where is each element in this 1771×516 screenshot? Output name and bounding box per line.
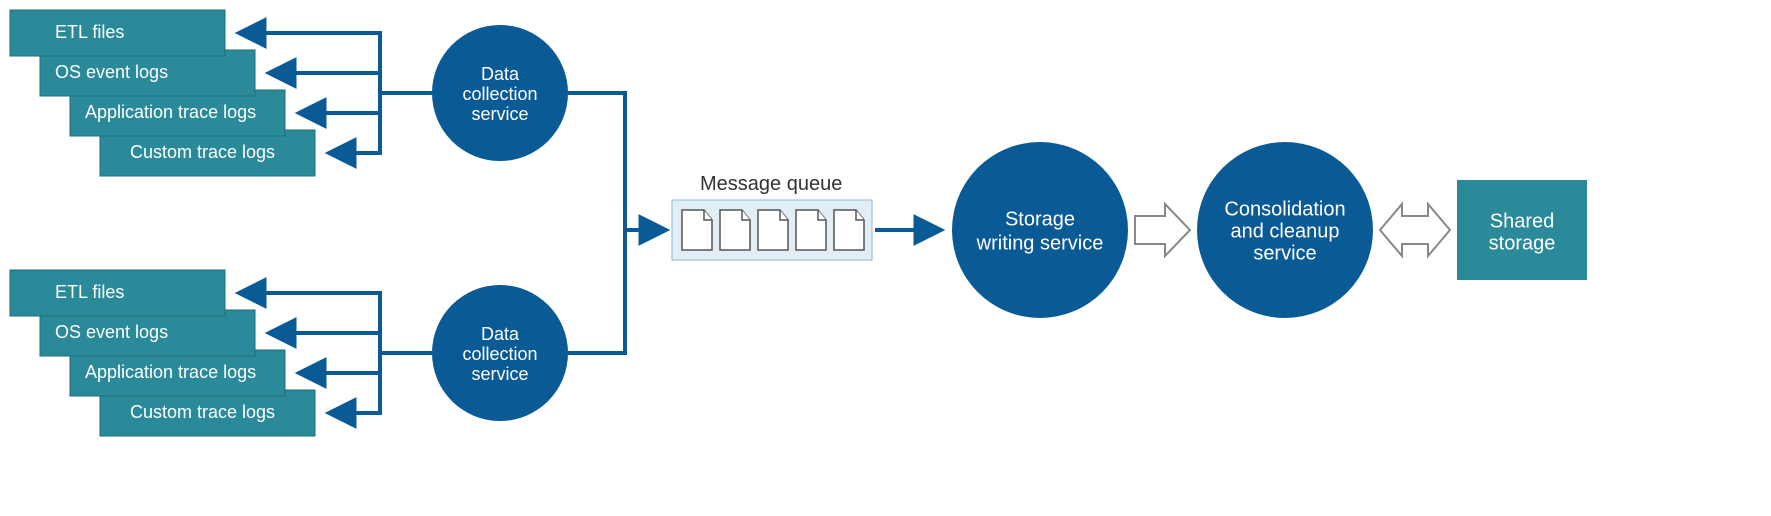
- log-label: ETL files: [55, 22, 124, 42]
- conn-collector-b-to-app: [300, 353, 380, 373]
- log-label: OS event logs: [55, 322, 168, 342]
- conn-collector-b-to-os: [270, 333, 380, 353]
- storage-writing-text1: Storage: [1005, 208, 1075, 230]
- log-label: Application trace logs: [85, 362, 256, 382]
- document-icon: [720, 210, 750, 250]
- architecture-diagram: Custom trace logs Application trace logs…: [0, 0, 1771, 516]
- conn-collector-a-to-app: [300, 93, 380, 113]
- conn-collectors-to-queue-bottom: [568, 230, 625, 353]
- shared-storage-text2: storage: [1489, 232, 1556, 254]
- log-label: Custom trace logs: [130, 142, 275, 162]
- log-label: Custom trace logs: [130, 402, 275, 422]
- collector-b-text3: service: [471, 364, 528, 384]
- collector-a-text1: Data: [481, 64, 520, 84]
- collector-b-text1: Data: [481, 324, 520, 344]
- conn-collector-b-to-etl: [240, 293, 432, 353]
- queue-label: Message queue: [700, 173, 842, 195]
- collector-b-text2: collection: [462, 344, 537, 364]
- hollow-arrow-double: [1380, 204, 1450, 256]
- log-label: OS event logs: [55, 62, 168, 82]
- shared-storage-text1: Shared: [1490, 210, 1555, 232]
- consolidation-text2: and cleanup: [1231, 220, 1340, 242]
- conn-collectors-to-queue-top: [568, 93, 665, 230]
- conn-collector-a-to-etl: [240, 33, 432, 93]
- storage-writing-text2: writing service: [976, 232, 1104, 254]
- log-label: ETL files: [55, 282, 124, 302]
- conn-collector-b-to-custom: [330, 353, 380, 413]
- hollow-arrow-right-1: [1135, 204, 1190, 256]
- collector-a-text3: service: [471, 104, 528, 124]
- log-label: Application trace logs: [85, 102, 256, 122]
- document-icon: [682, 210, 712, 250]
- document-icon: [834, 210, 864, 250]
- consolidation-text3: service: [1253, 242, 1316, 264]
- conn-collector-a-to-custom: [330, 93, 380, 153]
- collector-a-text2: collection: [462, 84, 537, 104]
- conn-collector-a-to-os: [270, 73, 380, 93]
- document-icon: [758, 210, 788, 250]
- consolidation-text1: Consolidation: [1224, 198, 1345, 220]
- document-icon: [796, 210, 826, 250]
